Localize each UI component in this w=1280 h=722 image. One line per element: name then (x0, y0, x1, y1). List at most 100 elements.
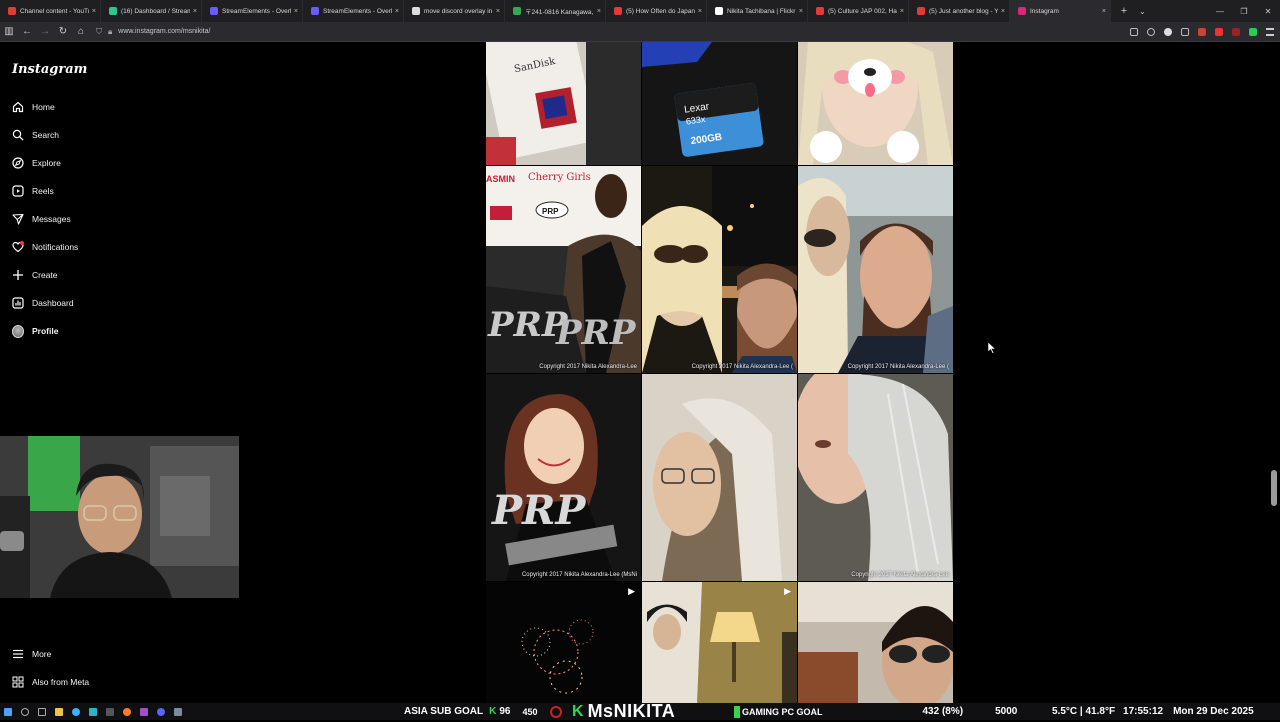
tab-close-icon[interactable]: × (496, 8, 500, 15)
post-tile[interactable] (798, 582, 953, 704)
webcam-image (0, 436, 239, 598)
browser-icon[interactable] (72, 707, 80, 716)
browser-tab[interactable]: Instagram × (1010, 0, 1111, 22)
browser-tab[interactable]: (5) How Often do Japanese× (606, 0, 707, 22)
nav-reels[interactable]: Reels (12, 182, 54, 200)
extension-green-icon[interactable] (1249, 28, 1257, 36)
nav-messages[interactable]: Messages (12, 210, 71, 228)
extension-dark-icon[interactable] (1232, 28, 1240, 36)
post-tile[interactable]: SanDisk (486, 42, 641, 165)
app-icon[interactable] (89, 707, 97, 716)
minimize-icon[interactable]: — (1208, 7, 1232, 16)
tab-close-icon[interactable]: × (1102, 8, 1106, 15)
nav-reels-label: Reels (32, 186, 54, 196)
nav-search[interactable]: Search (12, 126, 59, 144)
extension-icon[interactable] (1164, 28, 1172, 36)
post-tile[interactable]: ▶ (486, 582, 641, 704)
tab-close-icon[interactable]: × (597, 8, 601, 15)
nav-create-label: Create (32, 270, 58, 280)
nav-profile[interactable]: Profile (12, 322, 58, 340)
home-icon (12, 101, 24, 113)
browser-tab[interactable]: StreamElements - Overlays× (202, 0, 303, 22)
restore-icon[interactable]: ❐ (1232, 7, 1256, 16)
post-tile[interactable] (642, 374, 797, 581)
browser-tab[interactable]: move discord overlay in goo× (404, 0, 505, 22)
post-tile[interactable]: Lexar 633x 200GB (642, 42, 797, 165)
nav-home[interactable]: Home (12, 98, 55, 116)
url-field[interactable]: ⛉ 🔒︎ www.instagram.com/msnikita/ (96, 27, 210, 37)
back-icon[interactable]: ← (18, 26, 36, 37)
close-icon[interactable]: ✕ (1256, 7, 1280, 16)
post-image: ASMIN Cherry Girls PRP PRP PRP (486, 166, 641, 373)
nav-more[interactable]: More (12, 645, 51, 663)
post-caption: Copyright 2017 Nikita Alexandra-Lee (MsN… (521, 572, 637, 578)
browser-tab[interactable]: 〒241-0816 Kanagawa, Yok× (505, 0, 606, 22)
bookmark-star-icon[interactable] (1147, 28, 1155, 36)
extension-red-icon[interactable] (1198, 28, 1206, 36)
browser-tab[interactable]: (5) Just another blog - YouT× (909, 0, 1010, 22)
post-tile[interactable]: Copyright 2017 Nikita Alexandra-Lee ( (798, 166, 953, 373)
tab-favicon-icon (412, 7, 420, 15)
channel-name: MsNIKITA (587, 701, 676, 721)
post-tile[interactable]: ▶ (642, 582, 797, 704)
tab-close-icon[interactable]: × (1001, 8, 1005, 15)
page-scrollbar[interactable] (1271, 470, 1277, 506)
nav-notifications[interactable]: Notifications (12, 238, 78, 256)
app-icon[interactable] (140, 707, 148, 716)
nav-explore[interactable]: Explore (12, 154, 61, 172)
tab-title: 〒241-0816 Kanagawa, Yok (525, 9, 594, 16)
browser-tab[interactable]: (5) Culture JAP 002, Harajuk× (808, 0, 909, 22)
extension-icons (1130, 22, 1274, 42)
pc-goal-label: GAMING PC GOAL (742, 706, 823, 717)
nav-also-from-meta[interactable]: Also from Meta (12, 673, 89, 691)
tab-close-icon[interactable]: × (900, 8, 904, 15)
browser-tab[interactable]: Channel content - YouTube× (0, 0, 101, 22)
extension-pen-icon[interactable] (1215, 28, 1223, 36)
discord-icon[interactable] (157, 707, 165, 716)
tab-close-icon[interactable]: × (395, 8, 399, 15)
instagram-logo[interactable]: Instagram (12, 62, 87, 77)
browser-tab[interactable]: StreamElements - Overlays× (303, 0, 404, 22)
new-tab-button[interactable]: + (1117, 5, 1131, 17)
browser-tab[interactable]: Nikita Tachibana | Flickr × (707, 0, 808, 22)
post-image: PRP (486, 374, 641, 581)
post-tile[interactable]: Copyright 2017 Nikita Alexandra-Lee (798, 374, 953, 581)
sidebar-toggle-icon[interactable]: ▥ (0, 26, 18, 37)
app-icon[interactable] (174, 707, 182, 716)
obs-icon[interactable] (106, 707, 114, 716)
instagram-sidebar: Instagram Home Search Explore Reels Mess… (0, 42, 245, 702)
nav-also-from-meta-label: Also from Meta (32, 677, 90, 687)
firefox-icon[interactable] (123, 707, 131, 716)
explore-icon (12, 157, 24, 169)
tab-close-icon[interactable]: × (92, 8, 96, 15)
tab-title: Nikita Tachibana | Flickr (727, 7, 796, 15)
kick-icon: K (489, 706, 497, 717)
tab-close-icon[interactable]: × (799, 8, 803, 15)
nav-create[interactable]: Create (12, 266, 58, 284)
nav-dashboard[interactable]: Dashboard (12, 294, 74, 312)
tab-close-icon[interactable]: × (698, 8, 702, 15)
puzzle-icon[interactable] (1181, 28, 1189, 36)
post-tile[interactable]: PRP Copyright 2017 Nikita Alexandra-Lee … (486, 374, 641, 581)
post-tile[interactable] (798, 42, 953, 165)
browser-tab[interactable]: (16) Dashboard / Streamlabs× (101, 0, 202, 22)
tab-close-icon[interactable]: × (193, 8, 197, 15)
forward-icon[interactable]: → (36, 26, 54, 37)
reload-icon[interactable]: ↻ (54, 26, 72, 37)
windows-start-icon[interactable] (4, 707, 12, 716)
search-taskbar-icon[interactable] (21, 707, 29, 716)
notification-dot (20, 241, 24, 245)
tab-list-chevron-icon[interactable]: ⌄ (1139, 7, 1146, 16)
nav-messages-label: Messages (32, 214, 71, 224)
explorer-icon[interactable] (55, 707, 63, 716)
tab-close-icon[interactable]: × (294, 8, 298, 15)
nav-profile-label: Profile (32, 326, 59, 336)
post-tile[interactable]: ASMIN Cherry Girls PRP PRP PRP Copyright… (486, 166, 641, 373)
sub-goal-label: ASIA SUB GOAL (404, 706, 484, 717)
post-caption: Copyright 2017 Nikita Alexandra-Lee (851, 572, 949, 578)
menu-icon[interactable] (1266, 28, 1274, 36)
reader-icon[interactable] (1130, 28, 1138, 36)
task-view-icon[interactable] (38, 707, 46, 716)
post-tile[interactable]: Copyright 2017 Nikita Alexandra-Lee ( (642, 166, 797, 373)
home-button-icon[interactable]: ⌂ (72, 26, 90, 37)
